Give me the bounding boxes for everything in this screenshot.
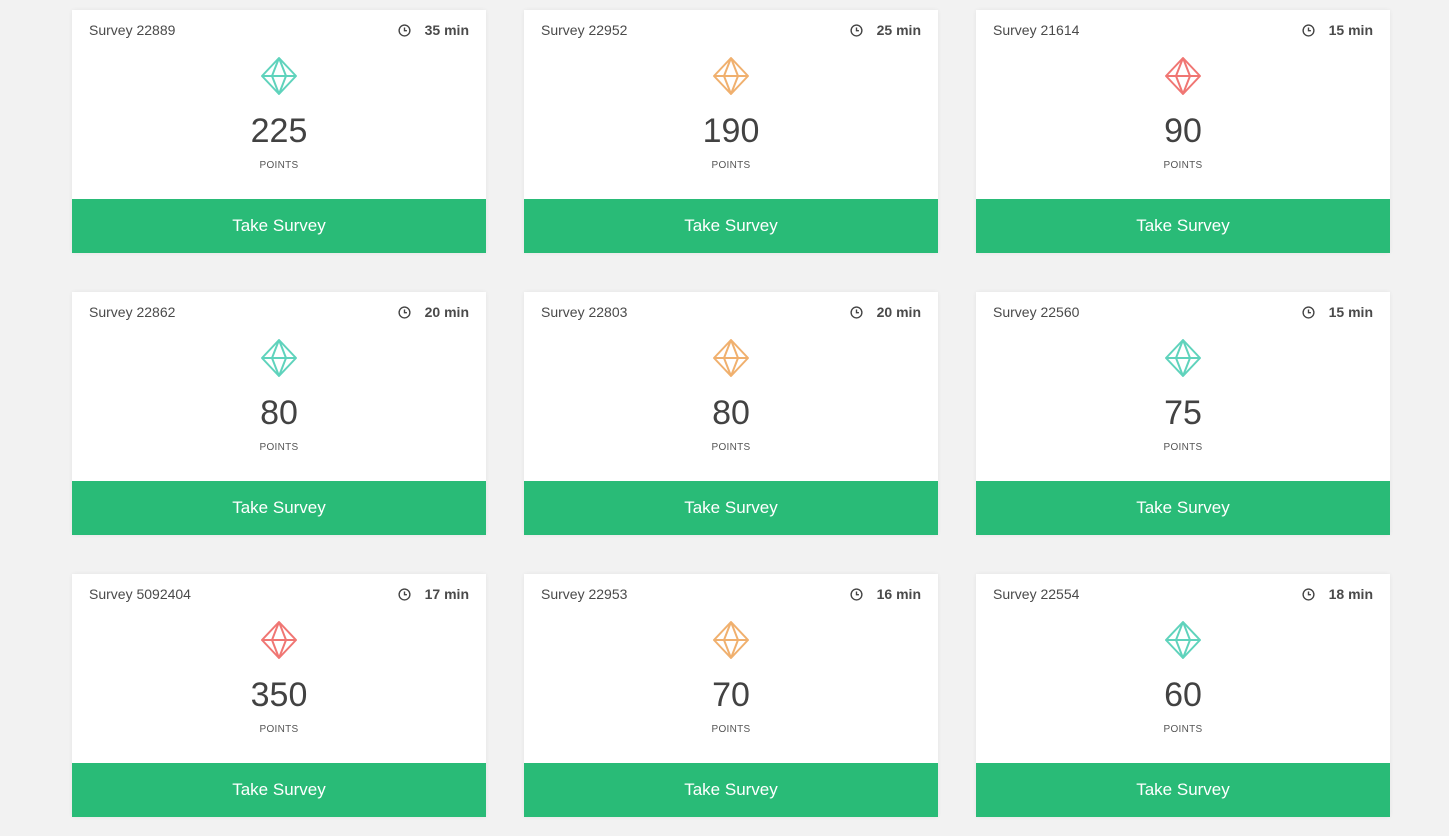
survey-duration: 35 min — [398, 22, 469, 38]
diamond-icon — [1165, 339, 1201, 377]
points-value: 80 — [260, 394, 298, 432]
duration-value: 20 min — [424, 304, 469, 320]
card-body: Survey 5092404 17 min 350 POINTS — [72, 574, 486, 763]
diamond-icon — [1165, 621, 1201, 659]
points-label: POINTS — [711, 160, 751, 171]
card-body: Survey 22889 35 min 225 POINTS — [72, 10, 486, 199]
diamond-icon — [1165, 57, 1201, 95]
survey-card: Survey 22560 15 min 75 POINTS Take Surve… — [976, 292, 1390, 535]
points-value: 80 — [712, 394, 750, 432]
card-body: Survey 22952 25 min 190 POINTS — [524, 10, 938, 199]
survey-duration: 20 min — [850, 304, 921, 320]
diamond-icon — [713, 57, 749, 95]
survey-name: Survey 5092404 — [89, 586, 191, 602]
survey-duration: 17 min — [398, 586, 469, 602]
duration-value: 35 min — [424, 22, 469, 38]
card-body: Survey 22862 20 min 80 POINTS — [72, 292, 486, 481]
points-label: POINTS — [259, 160, 299, 171]
card-body: Survey 21614 15 min 90 POINTS — [976, 10, 1390, 199]
diamond-icon — [261, 57, 297, 95]
points-value: 60 — [1164, 676, 1202, 714]
duration-value: 15 min — [1328, 304, 1373, 320]
card-body: Survey 22554 18 min 60 POINTS — [976, 574, 1390, 763]
card-body: Survey 22803 20 min 80 POINTS — [524, 292, 938, 481]
diamond-icon — [261, 621, 297, 659]
take-survey-button[interactable]: Take Survey — [976, 763, 1390, 817]
survey-name: Survey 22554 — [993, 586, 1080, 602]
diamond-icon — [713, 621, 749, 659]
survey-name: Survey 22560 — [993, 304, 1080, 320]
clock-icon — [850, 587, 863, 601]
points-label: POINTS — [1163, 724, 1203, 735]
take-survey-button[interactable]: Take Survey — [976, 481, 1390, 535]
survey-duration: 20 min — [398, 304, 469, 320]
survey-duration: 16 min — [850, 586, 921, 602]
points-label: POINTS — [711, 442, 751, 453]
clock-icon — [398, 23, 411, 37]
survey-card: Survey 22889 35 min 225 POINTS Take Surv… — [72, 10, 486, 253]
points-value: 350 — [250, 676, 308, 714]
clock-icon — [1302, 23, 1315, 37]
points-label: POINTS — [711, 724, 751, 735]
points-value: 190 — [702, 112, 760, 150]
survey-card: Survey 22554 18 min 60 POINTS Take Surve… — [976, 574, 1390, 817]
points-value: 225 — [250, 112, 308, 150]
clock-icon — [1302, 587, 1315, 601]
duration-value: 15 min — [1328, 22, 1373, 38]
survey-duration: 18 min — [1302, 586, 1373, 602]
take-survey-button[interactable]: Take Survey — [524, 481, 938, 535]
survey-name: Survey 22862 — [89, 304, 176, 320]
clock-icon — [398, 305, 411, 319]
duration-value: 18 min — [1328, 586, 1373, 602]
duration-value: 25 min — [876, 22, 921, 38]
survey-card: Survey 22952 25 min 190 POINTS Take Surv… — [524, 10, 938, 253]
points-value: 90 — [1164, 112, 1202, 150]
points-label: POINTS — [259, 442, 299, 453]
survey-card: Survey 5092404 17 min 350 POINTS Take Su… — [72, 574, 486, 817]
take-survey-button[interactable]: Take Survey — [524, 763, 938, 817]
card-body: Survey 22560 15 min 75 POINTS — [976, 292, 1390, 481]
survey-grid: Survey 22889 35 min 225 POINTS Take Surv… — [72, 10, 1390, 817]
clock-icon — [850, 23, 863, 37]
survey-name: Survey 22803 — [541, 304, 628, 320]
take-survey-button[interactable]: Take Survey — [524, 199, 938, 253]
points-label: POINTS — [1163, 442, 1203, 453]
duration-value: 16 min — [876, 586, 921, 602]
survey-name: Survey 22953 — [541, 586, 628, 602]
survey-duration: 15 min — [1302, 304, 1373, 320]
take-survey-button[interactable]: Take Survey — [72, 199, 486, 253]
survey-card: Survey 22953 16 min 70 POINTS Take Surve… — [524, 574, 938, 817]
survey-card: Survey 22803 20 min 80 POINTS Take Surve… — [524, 292, 938, 535]
points-value: 70 — [712, 676, 750, 714]
survey-name: Survey 22952 — [541, 22, 628, 38]
clock-icon — [398, 587, 411, 601]
clock-icon — [850, 305, 863, 319]
take-survey-button[interactable]: Take Survey — [976, 199, 1390, 253]
points-value: 75 — [1164, 394, 1202, 432]
diamond-icon — [261, 339, 297, 377]
duration-value: 20 min — [876, 304, 921, 320]
survey-card: Survey 21614 15 min 90 POINTS Take Surve… — [976, 10, 1390, 253]
diamond-icon — [713, 339, 749, 377]
card-body: Survey 22953 16 min 70 POINTS — [524, 574, 938, 763]
clock-icon — [1302, 305, 1315, 319]
survey-card: Survey 22862 20 min 80 POINTS Take Surve… — [72, 292, 486, 535]
points-label: POINTS — [1163, 160, 1203, 171]
points-label: POINTS — [259, 724, 299, 735]
survey-duration: 15 min — [1302, 22, 1373, 38]
survey-duration: 25 min — [850, 22, 921, 38]
take-survey-button[interactable]: Take Survey — [72, 481, 486, 535]
survey-name: Survey 21614 — [993, 22, 1080, 38]
take-survey-button[interactable]: Take Survey — [72, 763, 486, 817]
survey-name: Survey 22889 — [89, 22, 176, 38]
duration-value: 17 min — [424, 586, 469, 602]
